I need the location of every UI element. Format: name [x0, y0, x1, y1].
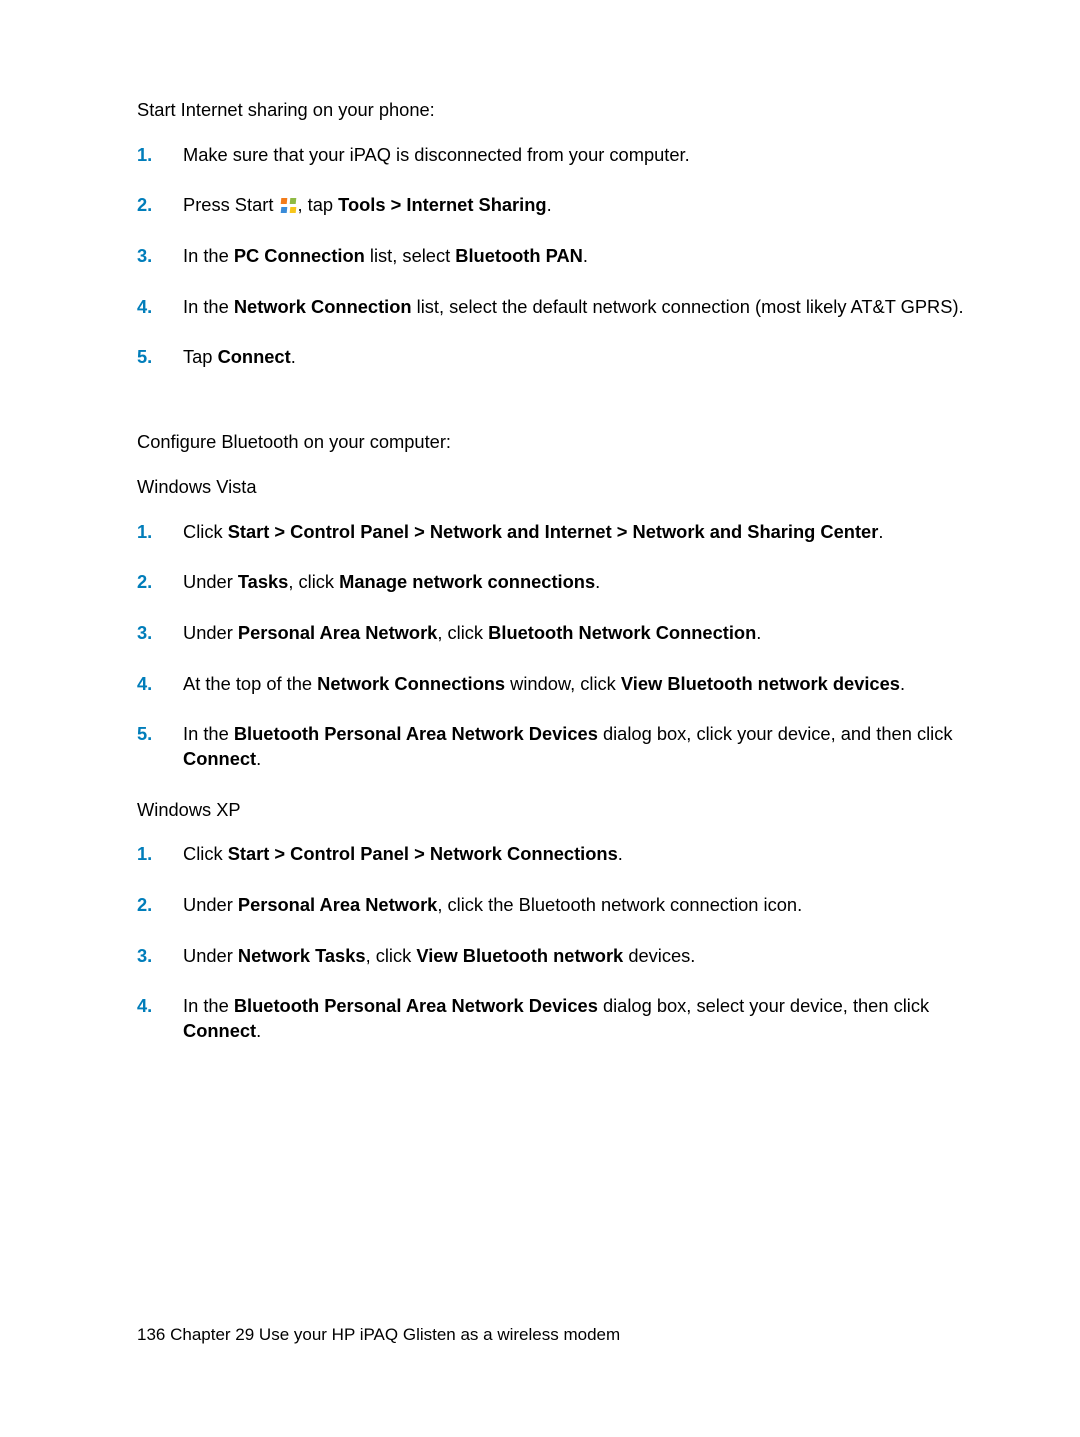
section2-intro: Configure Bluetooth on your computer:: [137, 430, 984, 455]
item-bold: Tasks: [238, 571, 288, 592]
item-bold: Tools > Internet Sharing: [338, 194, 546, 215]
item-text-mid: , click: [288, 571, 339, 592]
item-number: 2.: [137, 893, 152, 918]
item-bold: Connect: [183, 1020, 256, 1041]
item-number: 4.: [137, 672, 152, 697]
item-bold: Personal Area Network: [238, 894, 437, 915]
item-bold: Bluetooth Network Connection: [488, 622, 756, 643]
item-number: 2.: [137, 193, 152, 218]
item-text-post: .: [900, 673, 905, 694]
item-text-post: .: [618, 843, 623, 864]
list-item: 5. Tap Connect.: [137, 345, 984, 370]
list-item: 1. Make sure that your iPAQ is disconnec…: [137, 143, 984, 168]
item-bold: View Bluetooth network devices: [621, 673, 900, 694]
xp-heading: Windows XP: [137, 798, 984, 823]
list-item: 3. Under Network Tasks, click View Bluet…: [137, 944, 984, 969]
item-text-mid: , click: [437, 622, 488, 643]
item-number: 5.: [137, 722, 152, 747]
item-bold: Start > Control Panel > Network Connecti…: [228, 843, 618, 864]
item-bold: Connect: [218, 346, 291, 367]
item-text-post: .: [583, 245, 588, 266]
item-text: Make sure that your iPAQ is disconnected…: [183, 144, 690, 165]
list-item: 3. Under Personal Area Network, click Bl…: [137, 621, 984, 646]
item-text-post: .: [256, 1020, 261, 1041]
item-text-pre: Under: [183, 571, 238, 592]
item-text-mid: , click: [366, 945, 417, 966]
item-text-post: .: [756, 622, 761, 643]
item-number: 1.: [137, 842, 152, 867]
spacer: [137, 396, 984, 430]
item-text-pre: Under: [183, 622, 238, 643]
item-bold: Bluetooth Personal Area Network Devices: [234, 723, 598, 744]
item-bold: View Bluetooth network: [416, 945, 623, 966]
item-text-pre: In the: [183, 245, 234, 266]
item-text-pre: Under: [183, 894, 238, 915]
item-text-pre: Click: [183, 843, 228, 864]
list-item: 2. Press Start , tap Tools > Internet Sh…: [137, 193, 984, 218]
item-number: 4.: [137, 295, 152, 320]
item-text-pre: In the: [183, 296, 234, 317]
item-text-mid: window, click: [505, 673, 621, 694]
item-text-pre: Press Start: [183, 194, 279, 215]
list-item: 4. In the Bluetooth Personal Area Networ…: [137, 994, 984, 1043]
item-text-pre: In the: [183, 723, 234, 744]
list-item: 4. At the top of the Network Connections…: [137, 672, 984, 697]
item-number: 3.: [137, 621, 152, 646]
item-bold: Bluetooth Personal Area Network Devices: [234, 995, 598, 1016]
item-text-pre: Click: [183, 521, 228, 542]
page-footer: 136 Chapter 29 Use your HP iPAQ Glisten …: [137, 1324, 620, 1347]
item-bold: Network Connection: [234, 296, 412, 317]
xp-list: 1. Click Start > Control Panel > Network…: [137, 842, 984, 1043]
item-text-post: list, select the default network connect…: [412, 296, 964, 317]
vista-list: 1. Click Start > Control Panel > Network…: [137, 520, 984, 772]
list-item: 1. Click Start > Control Panel > Network…: [137, 520, 984, 545]
section1-intro: Start Internet sharing on your phone:: [137, 98, 984, 123]
item-text-post: .: [878, 521, 883, 542]
item-number: 4.: [137, 994, 152, 1019]
item-number: 5.: [137, 345, 152, 370]
item-number: 2.: [137, 570, 152, 595]
item-bold: Connect: [183, 748, 256, 769]
item-bold: PC Connection: [234, 245, 365, 266]
item-number: 3.: [137, 944, 152, 969]
list-item: 1. Click Start > Control Panel > Network…: [137, 842, 984, 867]
item-text-post: .: [595, 571, 600, 592]
document-page: Start Internet sharing on your phone: 1.…: [0, 0, 1080, 1437]
item-text-mid: dialog box, select your device, then cli…: [598, 995, 929, 1016]
vista-heading: Windows Vista: [137, 475, 984, 500]
list-item: 3. In the PC Connection list, select Blu…: [137, 244, 984, 269]
item-text-post: .: [291, 346, 296, 367]
item-text-mid: dialog box, click your device, and then …: [598, 723, 953, 744]
item-number: 3.: [137, 244, 152, 269]
list-item: 2. Under Personal Area Network, click th…: [137, 893, 984, 918]
item-bold: Network Tasks: [238, 945, 366, 966]
item-bold: Manage network connections: [339, 571, 595, 592]
section1-list: 1. Make sure that your iPAQ is disconnec…: [137, 143, 984, 370]
item-bold: Bluetooth PAN: [455, 245, 583, 266]
list-item: 5. In the Bluetooth Personal Area Networ…: [137, 722, 984, 771]
item-number: 1.: [137, 520, 152, 545]
item-text-pre: Under: [183, 945, 238, 966]
item-text-post: .: [256, 748, 261, 769]
item-text-post2: .: [547, 194, 552, 215]
item-text-post: devices.: [623, 945, 695, 966]
item-text-pre: At the top of the: [183, 673, 317, 694]
item-text-mid: list, select: [365, 245, 455, 266]
item-number: 1.: [137, 143, 152, 168]
windows-start-icon: [281, 198, 296, 213]
item-text-post1: , tap: [298, 194, 339, 215]
item-bold: Start > Control Panel > Network and Inte…: [228, 521, 879, 542]
item-bold: Personal Area Network: [238, 622, 437, 643]
list-item: 4. In the Network Connection list, selec…: [137, 295, 984, 320]
item-bold: Network Connections: [317, 673, 505, 694]
item-text-post: , click the Bluetooth network connection…: [437, 894, 802, 915]
item-text-pre: In the: [183, 995, 234, 1016]
list-item: 2. Under Tasks, click Manage network con…: [137, 570, 984, 595]
item-text-pre: Tap: [183, 346, 218, 367]
